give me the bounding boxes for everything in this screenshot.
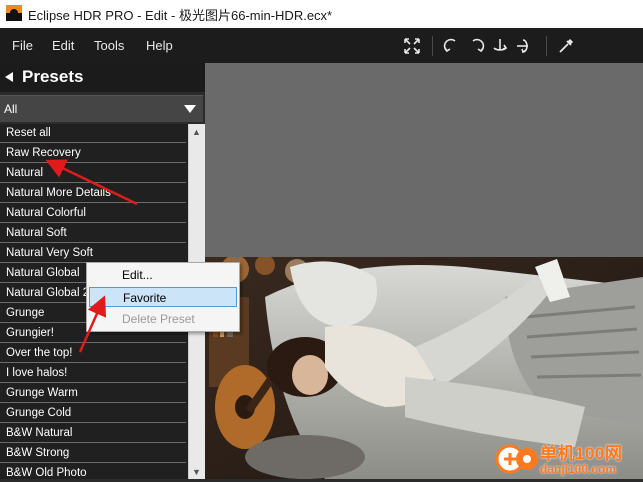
menu-tools[interactable]: Tools — [94, 38, 124, 53]
app-logo-icon — [6, 5, 22, 21]
preset-list-item[interactable]: Grunge Warm — [0, 384, 186, 403]
fit-screen-icon[interactable] — [402, 36, 422, 56]
collapse-triangle-icon[interactable] — [5, 72, 13, 82]
menu-bar: File Edit Tools Help — [0, 28, 643, 63]
canvas-background — [205, 63, 643, 257]
watermark-title: 单机100网 — [540, 444, 623, 463]
menu-edit[interactable]: Edit — [52, 38, 74, 53]
scroll-up-icon[interactable]: ▲ — [192, 127, 201, 137]
preset-list-item[interactable]: Natural Colorful — [0, 204, 186, 223]
menu-help[interactable]: Help — [146, 38, 173, 53]
context-menu-delete-preset: Delete Preset — [122, 312, 195, 326]
preset-context-menu: Edit... Favorite Delete Preset — [86, 262, 240, 332]
preset-list-item[interactable]: B&W Natural — [0, 424, 186, 443]
preset-list-item[interactable]: Natural More Details — [0, 184, 186, 203]
menu-file[interactable]: File — [12, 38, 33, 53]
presets-panel-header[interactable]: Presets — [0, 63, 205, 92]
preset-list-item[interactable]: Natural Very Soft — [0, 244, 186, 263]
preset-list-item[interactable]: Natural — [0, 164, 186, 183]
dropdown-arrow-icon[interactable] — [184, 105, 196, 113]
context-menu-favorite[interactable]: Favorite — [89, 287, 237, 307]
toolbar-separator — [546, 36, 547, 56]
site-watermark: 单机100网 danji100.com — [495, 437, 643, 479]
preset-list-item[interactable]: Raw Recovery — [0, 144, 186, 163]
scroll-down-icon[interactable]: ▼ — [192, 467, 201, 477]
presets-panel-title: Presets — [22, 67, 84, 86]
preset-list-item[interactable]: B&W Old Photo — [0, 464, 186, 479]
preset-list-item[interactable]: B&W Strong — [0, 444, 186, 463]
watermark-logo-icon — [495, 444, 538, 474]
watermark-url: danji100.com — [540, 462, 617, 476]
preset-list-item[interactable]: Over the top! — [0, 344, 186, 363]
preset-list-item[interactable]: Natural Soft — [0, 224, 186, 243]
rotate-left-icon[interactable] — [442, 36, 462, 56]
flip-vertical-icon[interactable] — [490, 36, 510, 56]
rotate-right-icon[interactable] — [466, 36, 486, 56]
title-bar: Eclipse HDR PRO - Edit - 极光图片66-min-HDR.… — [0, 0, 643, 28]
toolbar-separator — [432, 36, 433, 56]
flip-horizontal-icon[interactable] — [514, 36, 534, 56]
context-menu-edit[interactable]: Edit... — [89, 265, 237, 285]
eyedropper-icon[interactable] — [556, 36, 576, 56]
preset-list-item[interactable]: Reset all — [0, 124, 186, 143]
presets-filter-value: All — [4, 102, 18, 116]
presets-filter-dropdown[interactable]: All — [0, 95, 203, 122]
preset-list-item[interactable]: I love halos! — [0, 364, 186, 383]
preset-list-item[interactable]: Grunge Cold — [0, 404, 186, 423]
window-title: Eclipse HDR PRO - Edit - 极光图片66-min-HDR.… — [28, 8, 333, 23]
